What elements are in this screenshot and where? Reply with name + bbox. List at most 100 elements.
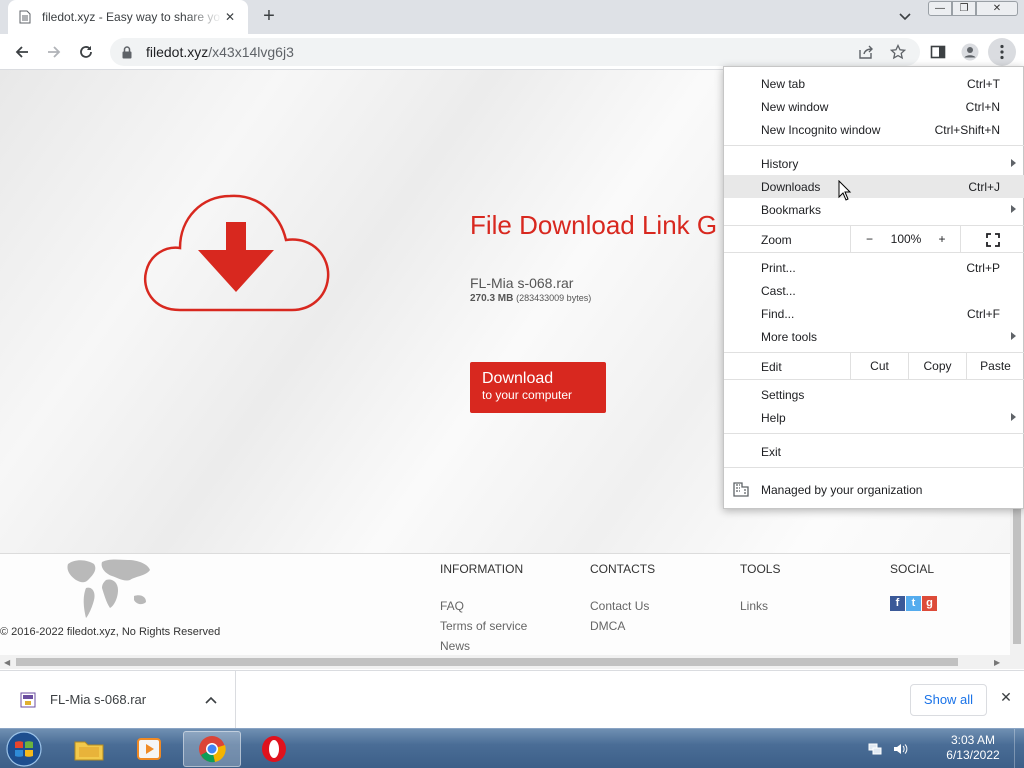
menu-label: New tab bbox=[761, 77, 806, 91]
menu-item-exit[interactable]: Exit bbox=[724, 440, 1024, 463]
copyright-text: © 2016-2022 filedot.xyz, No Rights Reser… bbox=[0, 626, 221, 638]
footer-link-faq[interactable]: FAQ bbox=[440, 596, 527, 616]
window-restore-button[interactable]: ❐ bbox=[952, 1, 976, 16]
tab-close-icon[interactable]: ✕ bbox=[222, 9, 238, 25]
volume-icon[interactable] bbox=[892, 741, 908, 757]
document-favicon-icon bbox=[18, 9, 32, 25]
address-bar[interactable]: filedot.xyz/x43x14lvg6j3 bbox=[110, 38, 920, 66]
taskbar-clock[interactable]: 3:03 AM 6/13/2022 bbox=[930, 733, 1016, 763]
submenu-arrow-icon bbox=[1011, 159, 1016, 167]
submenu-arrow-icon bbox=[1011, 205, 1016, 213]
footer-information-column: INFORMATION FAQ Terms of service News bbox=[440, 562, 527, 655]
tab-strip: filedot.xyz - Easy way to share yo ✕ + —… bbox=[0, 0, 1024, 34]
taskbar: 3:03 AM 6/13/2022 bbox=[0, 728, 1024, 768]
bookmark-star-icon[interactable] bbox=[884, 38, 912, 66]
scroll-right-arrow-icon[interactable]: ▶ bbox=[994, 658, 1000, 667]
horizontal-scrollbar[interactable]: ◀ ▶ bbox=[0, 655, 1024, 669]
taskbar-chrome-icon[interactable] bbox=[183, 731, 241, 767]
menu-label: Cast... bbox=[761, 284, 796, 298]
footer-link-news[interactable]: News bbox=[440, 636, 527, 655]
cut-button[interactable]: Cut bbox=[850, 353, 908, 379]
download-button[interactable]: Download to your computer bbox=[470, 362, 606, 413]
menu-item-new-window[interactable]: New window Ctrl+N bbox=[724, 95, 1024, 118]
network-icon[interactable] bbox=[868, 742, 882, 756]
scroll-left-arrow-icon[interactable]: ◀ bbox=[4, 658, 10, 667]
file-size: 270.3 MB (283433009 bytes) bbox=[470, 293, 591, 304]
footer-tools-column: TOOLS Links bbox=[740, 562, 780, 616]
horizontal-scrollbar-thumb[interactable] bbox=[16, 658, 958, 666]
new-tab-button[interactable]: + bbox=[258, 6, 280, 28]
show-all-button[interactable]: Show all bbox=[910, 684, 987, 716]
rar-file-icon bbox=[20, 692, 36, 707]
footer-contacts-column: CONTACTS Contact Us DMCA bbox=[590, 562, 655, 636]
download-file-name: FL-Mia s-068.rar bbox=[50, 692, 147, 707]
zoom-level: 100% bbox=[890, 232, 922, 246]
google-plus-icon[interactable]: g bbox=[922, 596, 937, 611]
menu-label: New Incognito window bbox=[761, 123, 881, 137]
menu-item-print[interactable]: Print... Ctrl+P bbox=[724, 256, 1024, 279]
paste-button[interactable]: Paste bbox=[966, 353, 1024, 379]
file-size-bytes: (283433009 bytes) bbox=[516, 293, 592, 303]
reload-icon[interactable] bbox=[72, 38, 100, 66]
start-button-icon[interactable] bbox=[4, 730, 44, 768]
forward-icon[interactable] bbox=[40, 38, 68, 66]
tab-title: filedot.xyz - Easy way to share yo bbox=[42, 10, 221, 24]
lock-icon[interactable] bbox=[120, 45, 134, 59]
menu-item-cast[interactable]: Cast... bbox=[724, 279, 1024, 302]
back-icon[interactable] bbox=[8, 38, 36, 66]
menu-separator bbox=[724, 433, 1024, 434]
taskbar-media-player-icon[interactable] bbox=[120, 731, 178, 767]
menu-separator bbox=[724, 467, 1024, 468]
menu-item-more-tools[interactable]: More tools bbox=[724, 325, 1024, 348]
menu-separator bbox=[724, 252, 1024, 253]
copy-button[interactable]: Copy bbox=[908, 353, 966, 379]
menu-label: More tools bbox=[761, 330, 818, 344]
zoom-in-button[interactable]: + bbox=[924, 226, 960, 252]
menu-item-history[interactable]: History bbox=[724, 152, 1024, 175]
edit-label: Edit bbox=[761, 360, 782, 374]
menu-item-downloads[interactable]: Downloads Ctrl+J bbox=[724, 175, 1024, 198]
download-shelf: FL-Mia s-068.rar Show all ✕ bbox=[0, 670, 1024, 728]
chrome-menu-icon[interactable] bbox=[988, 38, 1016, 66]
shelf-close-icon[interactable]: ✕ bbox=[996, 689, 1016, 709]
profile-avatar-icon[interactable] bbox=[956, 38, 984, 66]
menu-item-find[interactable]: Find... Ctrl+F bbox=[724, 302, 1024, 325]
side-panel-icon[interactable] bbox=[924, 38, 952, 66]
menu-item-new-tab[interactable]: New tab Ctrl+T bbox=[724, 72, 1024, 95]
clock-date: 6/13/2022 bbox=[946, 748, 1000, 762]
menu-shortcut: Ctrl+F bbox=[967, 307, 1000, 321]
menu-item-settings[interactable]: Settings bbox=[724, 383, 1024, 406]
menu-item-bookmarks[interactable]: Bookmarks bbox=[724, 198, 1024, 221]
download-button-sublabel: to your computer bbox=[482, 388, 573, 402]
window-close-button[interactable]: ✕ bbox=[976, 1, 1018, 16]
footer-link-dmca[interactable]: DMCA bbox=[590, 616, 655, 636]
menu-zoom-row: Zoom − 100% + bbox=[724, 226, 1024, 253]
menu-item-managed[interactable]: Managed by your organization bbox=[724, 478, 1024, 501]
cloud-download-icon bbox=[143, 194, 330, 312]
menu-shortcut: Ctrl+T bbox=[967, 77, 1000, 91]
chevron-up-icon[interactable] bbox=[199, 693, 223, 707]
twitter-icon[interactable]: t bbox=[906, 596, 921, 611]
show-desktop-button[interactable] bbox=[1014, 729, 1024, 768]
tab-search-icon[interactable] bbox=[894, 6, 916, 28]
facebook-icon[interactable]: f bbox=[890, 596, 905, 611]
footer-link-terms[interactable]: Terms of service bbox=[440, 616, 527, 636]
menu-label: Exit bbox=[761, 445, 782, 459]
footer-link-links[interactable]: Links bbox=[740, 596, 780, 616]
download-item[interactable]: FL-Mia s-068.rar bbox=[0, 671, 236, 728]
zoom-out-button[interactable]: − bbox=[850, 226, 888, 252]
taskbar-explorer-icon[interactable] bbox=[60, 731, 118, 767]
menu-item-new-incognito[interactable]: New Incognito window Ctrl+Shift+N bbox=[724, 118, 1024, 141]
taskbar-opera-icon[interactable] bbox=[245, 731, 303, 767]
fullscreen-icon[interactable] bbox=[960, 226, 1024, 252]
menu-label: History bbox=[761, 157, 799, 171]
menu-shortcut: Ctrl+N bbox=[965, 100, 1000, 114]
window-minimize-button[interactable]: — bbox=[928, 1, 952, 16]
menu-item-help[interactable]: Help bbox=[724, 406, 1024, 429]
clock-time: 3:03 AM bbox=[950, 733, 996, 747]
share-icon[interactable] bbox=[852, 38, 880, 66]
menu-label: Downloads bbox=[761, 180, 821, 194]
footer-link-contact-us[interactable]: Contact Us bbox=[590, 596, 655, 616]
page-headline: File Download Link G bbox=[470, 210, 718, 240]
browser-tab[interactable]: filedot.xyz - Easy way to share yo ✕ bbox=[8, 0, 248, 34]
